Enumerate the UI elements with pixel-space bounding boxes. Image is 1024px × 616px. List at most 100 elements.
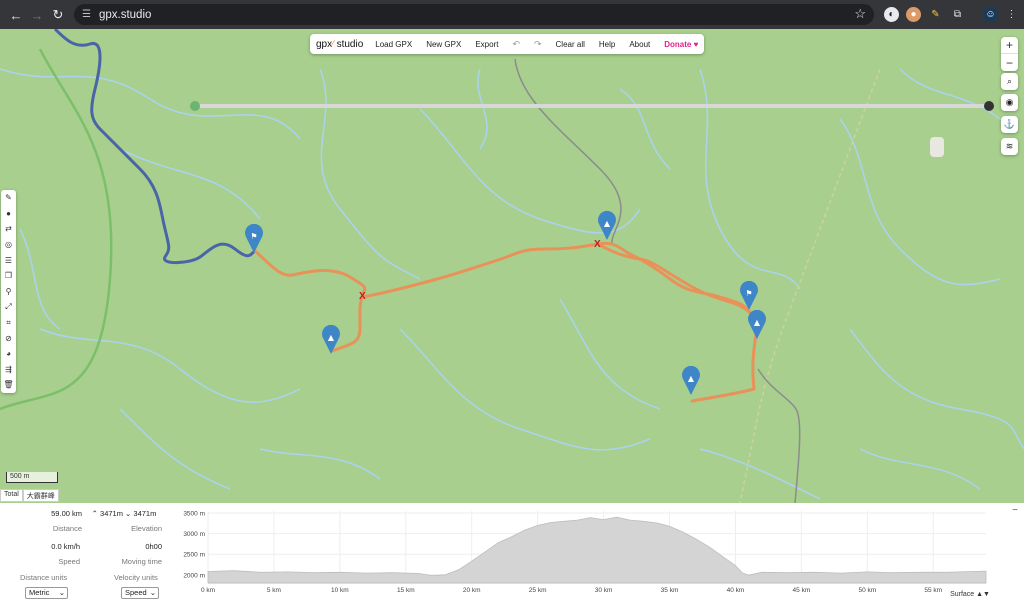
main-menu: gpx⁄ studio Load GPX New GPX Export ↶ ↷ …	[310, 34, 705, 54]
browser-menu-icon[interactable]: ⋮	[1004, 7, 1019, 22]
x-tick-label: 55 km	[924, 587, 942, 594]
svg-text:⚑: ⚑	[250, 232, 257, 241]
svg-text:▲: ▲	[328, 333, 335, 342]
help-button[interactable]: Help	[599, 40, 615, 49]
pencil-icon[interactable]: ✎	[1, 190, 16, 206]
tab-total[interactable]: Total	[0, 489, 23, 502]
zoom-out-button[interactable]: −	[1001, 54, 1018, 71]
reverse-icon[interactable]: ⇄	[1, 221, 16, 237]
svg-text:▲: ▲	[604, 219, 611, 228]
road	[757, 368, 801, 503]
stream	[559, 298, 661, 410]
export-button[interactable]: Export	[475, 40, 498, 49]
y-tick-label: 3500 m	[183, 511, 205, 518]
stream	[39, 328, 301, 403]
distance-units-select[interactable]: Metric ⌄	[25, 587, 68, 599]
highlighter-icon[interactable]: ✎	[928, 7, 943, 22]
bookmark-star-icon[interactable]: ☆	[854, 6, 866, 22]
site-info-icon[interactable]: ☰	[82, 9, 91, 20]
summit-marker[interactable]: ▲	[748, 309, 766, 339]
merge-icon[interactable]: ⇶	[1, 362, 16, 378]
pin-icon[interactable]: ⚲	[1, 284, 16, 300]
layers-icon[interactable]: ≋	[1001, 138, 1018, 155]
x-tick-label: 25 km	[529, 587, 547, 594]
anchor-icon[interactable]: ⚓	[1001, 116, 1018, 133]
moving-time-label: Moving time	[121, 557, 162, 566]
new-gpx-button[interactable]: New GPX	[426, 40, 461, 49]
gpx-studio-logo[interactable]: gpx⁄ studio	[316, 39, 363, 50]
x-tick-label: 40 km	[727, 587, 745, 594]
forward-icon[interactable]: →	[29, 7, 45, 23]
svg-text:▲: ▲	[688, 374, 695, 383]
extensions-puzzle-icon[interactable]: ⧉	[950, 7, 965, 22]
address-bar[interactable]: ☰ gpx.studio ☆	[74, 4, 874, 25]
stream	[399, 328, 651, 451]
stream	[119, 148, 261, 220]
y-tick-label: 2500 m	[183, 552, 205, 559]
distance-stat: 59.00 km Distance	[10, 509, 90, 533]
extension-icon[interactable]: ◐	[884, 7, 899, 22]
stream	[319, 68, 421, 280]
moving-time-value: 0h00	[145, 542, 162, 551]
redo-icon[interactable]: ↷	[534, 39, 542, 50]
stream	[259, 448, 381, 480]
distance-units-label: Distance units	[20, 573, 68, 582]
search-icon[interactable]: ⌕	[1001, 73, 1018, 90]
stream	[859, 448, 981, 490]
elevation-chart[interactable]: 2000 m 2500 m 3000 m 3500 m 0 km 5 km 10 km 15 …	[180, 503, 1020, 616]
x-tick-label: 50 km	[858, 587, 876, 594]
url-text: gpx.studio	[98, 8, 152, 21]
elevation-value: ⌃ 3471m ⌄ 3471m	[91, 509, 157, 518]
copy-icon[interactable]: ❐	[1, 268, 16, 284]
elevation-stat: ⌃ 3471m ⌄ 3471m Elevation	[84, 509, 164, 533]
load-gpx-button[interactable]: Load GPX	[375, 40, 412, 49]
reload-icon[interactable]: ↻	[50, 7, 66, 23]
x-tick-label: 30 km	[595, 587, 613, 594]
hide-icon[interactable]: ⊘	[1, 330, 16, 346]
surface-toggle[interactable]: Surface ▲▼	[950, 591, 990, 598]
elevation-label: Elevation	[131, 524, 162, 533]
logo-suffix: studio	[336, 38, 364, 50]
x-tick-label: 5 km	[267, 587, 281, 594]
undo-icon[interactable]: ↶	[512, 39, 520, 50]
browser-toolbar: ← → ↻ ☰ gpx.studio ☆ ◐ ● ✎ ⧉ ☺ ⋮	[0, 0, 1024, 29]
x-tick-label: 35 km	[661, 587, 679, 594]
range-slider-track[interactable]	[194, 104, 989, 108]
x-tick-label: 20 km	[463, 587, 481, 594]
stream	[119, 408, 231, 490]
zoom-in-button[interactable]: +	[1001, 37, 1018, 54]
stream	[619, 88, 671, 170]
route-icon[interactable]: ⤢	[1, 299, 16, 315]
palette-icon[interactable]: ◕	[1, 346, 16, 362]
circle-icon[interactable]: ◎	[1, 237, 16, 253]
list-icon[interactable]: ☰	[1, 252, 16, 268]
back-icon[interactable]: ←	[8, 7, 24, 23]
waypoint-x-marker: X	[359, 291, 366, 302]
clear-all-button[interactable]: Clear all	[556, 40, 585, 49]
range-slider-end-handle[interactable]	[984, 101, 994, 111]
donate-button[interactable]: Donate ♥	[664, 40, 698, 49]
drop-icon[interactable]: ●	[1, 206, 16, 222]
velocity-units-select[interactable]: Speed ⌄	[121, 587, 159, 599]
distance-units-value: Metric	[29, 588, 50, 597]
flag-marker[interactable]: ⚑	[244, 223, 263, 253]
summit-marker[interactable]: ▲	[681, 365, 700, 395]
velocity-units-label: Velocity units	[114, 573, 158, 582]
stream	[19, 228, 61, 330]
map-scale: 500 m	[6, 472, 58, 483]
stream	[899, 68, 1001, 120]
tab-track[interactable]: 大霸群峰	[22, 489, 59, 502]
speed-stat: 0.0 km/h Speed	[10, 542, 90, 566]
svg-text:▲: ▲	[754, 318, 761, 327]
range-slider-start-handle[interactable]	[190, 101, 200, 111]
about-button[interactable]: About	[629, 40, 650, 49]
x-tick-label: 45 km	[793, 587, 811, 594]
statistics: 59.00 km Distance ⌃ 3471m ⌄ 3471m Elevat…	[0, 503, 170, 616]
collapse-icon[interactable]: −	[1012, 505, 1018, 516]
trash-icon[interactable]: 🗑	[1, 377, 16, 393]
locate-icon[interactable]: ◉	[1001, 94, 1018, 111]
extension-icon[interactable]: ●	[906, 7, 921, 22]
map-view[interactable]: X X ⚑ ▲ ▲ ⚑ ▲ ▲ ✎ ● ⇄ ◎ ☰ ❐ ⚲ ⤢ ⌗ ⊘ ◕ ⇶ …	[0, 29, 1024, 503]
profile-avatar[interactable]: ☺	[983, 7, 998, 22]
crop-icon[interactable]: ⌗	[1, 315, 16, 331]
